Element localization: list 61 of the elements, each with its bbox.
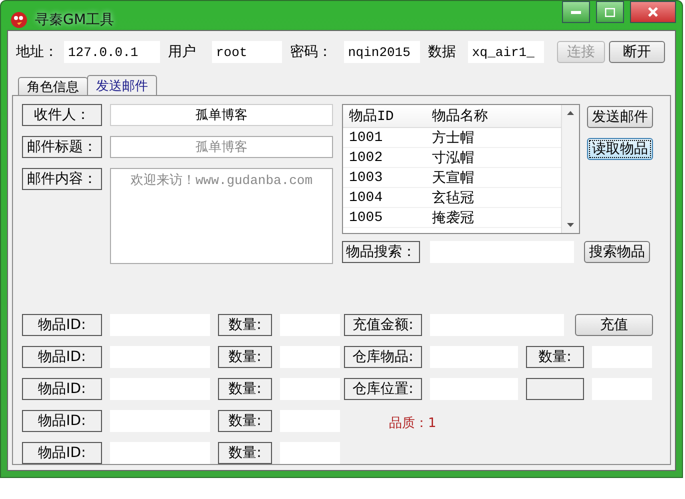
- maximize-icon: [605, 8, 615, 16]
- field-label: 物品ID:: [22, 346, 102, 368]
- input-field[interactable]: nqin2015: [344, 41, 420, 63]
- table-cell-text: 玄毡冠: [431, 189, 475, 206]
- field-label: 物品ID:: [22, 410, 102, 432]
- tab[interactable]: 角色信息: [18, 77, 88, 95]
- column-header[interactable]: 物品ID: [343, 107, 426, 125]
- label-frame: [526, 378, 584, 400]
- table-cell-text: 掩袭冠: [431, 209, 475, 226]
- field-label: 地址：: [16, 43, 59, 61]
- quality-text: 品质：1: [389, 415, 436, 432]
- field-label: 仓库位置:: [344, 378, 422, 400]
- input-field[interactable]: xq_air1_: [468, 41, 544, 63]
- minimize-button[interactable]: [562, 1, 590, 23]
- table-cell-text: 1004: [348, 190, 384, 206]
- field-label: 充值金额:: [344, 314, 422, 336]
- window-title: 寻秦GM工具: [35, 11, 115, 29]
- field-label: 物品搜索：: [342, 241, 420, 263]
- field-label: 数量:: [526, 346, 584, 368]
- scroll-up-arrow-icon[interactable]: [567, 111, 574, 115]
- table-cell-text: 1005: [348, 210, 384, 226]
- field-label: 数据: [428, 43, 457, 61]
- field-label: 邮件标题：: [22, 136, 102, 158]
- bird-icon: [9, 9, 29, 29]
- search-button[interactable]: 搜索物品: [584, 241, 650, 263]
- field-label: 数量:: [218, 346, 272, 368]
- read-items-button[interactable]: 读取物品: [587, 138, 653, 160]
- field-label: 收件人：: [22, 104, 102, 126]
- scroll-down-arrow-icon[interactable]: [567, 223, 574, 227]
- tab[interactable]: 发送邮件: [87, 75, 157, 95]
- scrollbar[interactable]: [561, 105, 579, 233]
- table-cell-text: 1001: [348, 130, 384, 146]
- field-label: 数量:: [218, 410, 272, 432]
- disconnect-button[interactable]: 断开: [609, 41, 665, 63]
- recharge-button[interactable]: 充值: [575, 314, 653, 336]
- field-label: 密码：: [290, 43, 333, 61]
- table-cell-text: 方士帽: [431, 129, 475, 146]
- field-label: 用户: [168, 43, 197, 61]
- field-label: 数量:: [218, 314, 272, 336]
- minimize-icon: [571, 10, 581, 14]
- field-label: 仓库物品:: [344, 346, 422, 368]
- input-field[interactable]: 孤单博客: [110, 136, 333, 158]
- maximize-button[interactable]: [596, 1, 624, 23]
- field-label: 数量:: [218, 442, 272, 464]
- input-field[interactable]: root: [212, 41, 282, 63]
- close-icon: [648, 7, 658, 17]
- field-label: 邮件内容：: [22, 168, 102, 190]
- input-field[interactable]: 127.0.0.1: [64, 41, 160, 63]
- field-label: 物品ID:: [22, 378, 102, 400]
- column-header[interactable]: 物品名称: [426, 107, 556, 125]
- field-label: 物品ID:: [22, 314, 102, 336]
- close-button[interactable]: [630, 1, 676, 23]
- field-label: 数量:: [218, 378, 272, 400]
- table-cell-text: 天宣帽: [431, 169, 475, 186]
- text-area[interactable]: 欢迎来访！www.gudanba.com: [110, 168, 333, 264]
- input-field[interactable]: 孤单博客: [110, 104, 333, 126]
- table-cell-text: 1002: [348, 150, 384, 166]
- send-mail-button[interactable]: 发送邮件: [587, 106, 653, 128]
- table-cell-text: 寸泓帽: [431, 150, 475, 166]
- table-cell-text: 1003: [348, 170, 384, 186]
- field-label: 物品ID:: [22, 442, 102, 464]
